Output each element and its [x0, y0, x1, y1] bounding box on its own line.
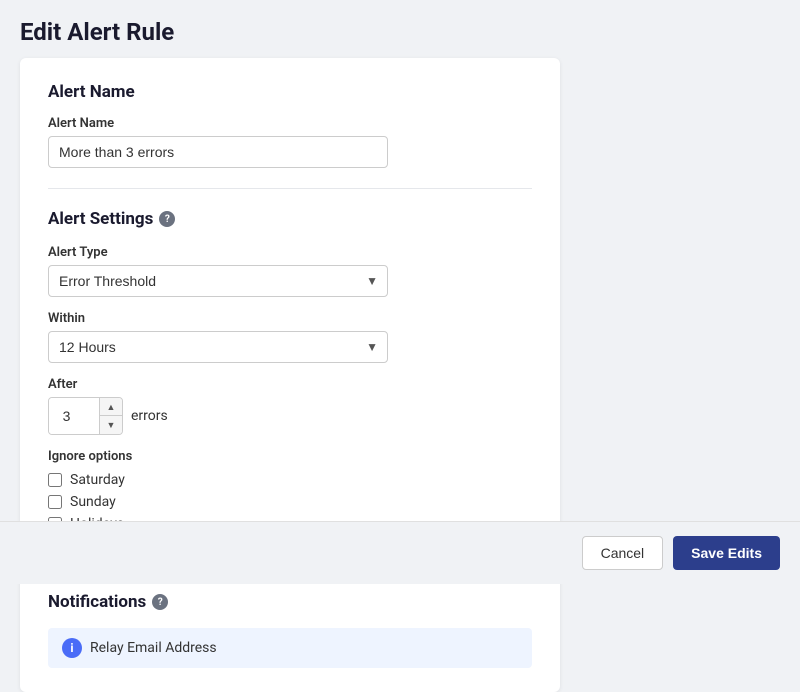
- after-increment-button[interactable]: ▲: [100, 398, 122, 416]
- footer-bar: Cancel Save Edits: [0, 521, 800, 584]
- alert-settings-title: Alert Settings: [48, 209, 153, 229]
- alert-type-select[interactable]: Error Threshold Warning Threshold Info: [48, 265, 388, 297]
- after-spinner: ▲ ▼: [99, 398, 122, 434]
- alert-type-field: Alert Type Error Threshold Warning Thres…: [48, 245, 532, 297]
- alert-name-section-title: Alert Name: [48, 82, 532, 102]
- within-select[interactable]: 1 Hour 6 Hours 12 Hours 24 Hours 48 Hour…: [48, 331, 388, 363]
- save-edits-button[interactable]: Save Edits: [673, 536, 780, 570]
- within-wrapper: 1 Hour 6 Hours 12 Hours 24 Hours 48 Hour…: [48, 331, 388, 363]
- notifications-info-icon[interactable]: ?: [152, 594, 168, 610]
- after-suffix-label: errors: [131, 408, 168, 424]
- after-row: ▲ ▼ errors: [48, 397, 532, 435]
- email-notification-card: i Relay Email Address: [48, 628, 532, 668]
- alert-type-wrapper: Error Threshold Warning Threshold Info ▼: [48, 265, 388, 297]
- email-row-label: Relay Email Address: [90, 640, 217, 656]
- after-number-input[interactable]: [49, 398, 99, 434]
- section-divider-1: [48, 188, 532, 189]
- after-field: After ▲ ▼ errors: [48, 377, 532, 435]
- sunday-row: Sunday: [48, 494, 532, 510]
- after-decrement-button[interactable]: ▼: [100, 416, 122, 434]
- alert-name-input[interactable]: [48, 136, 388, 168]
- alert-name-section: Alert Name Alert Name: [48, 82, 532, 168]
- alert-settings-info-icon[interactable]: ?: [159, 211, 175, 227]
- saturday-checkbox[interactable]: [48, 473, 62, 487]
- alert-type-label: Alert Type: [48, 245, 532, 260]
- alert-name-label: Alert Name: [48, 116, 532, 131]
- sunday-label: Sunday: [70, 494, 116, 510]
- page-title: Edit Alert Rule: [0, 0, 800, 58]
- main-card: Alert Name Alert Name Alert Settings ? A…: [20, 58, 560, 692]
- notifications-section: Notifications ? i Relay Email Address: [48, 592, 532, 668]
- sunday-checkbox[interactable]: [48, 495, 62, 509]
- within-label: Within: [48, 311, 532, 326]
- saturday-label: Saturday: [70, 472, 125, 488]
- ignore-options-label: Ignore options: [48, 449, 532, 464]
- after-label: After: [48, 377, 532, 392]
- notifications-title: Notifications: [48, 592, 146, 612]
- email-info-icon: i: [62, 638, 82, 658]
- saturday-row: Saturday: [48, 472, 532, 488]
- alert-settings-section: Alert Settings ? Alert Type Error Thresh…: [48, 209, 532, 551]
- within-field: Within 1 Hour 6 Hours 12 Hours 24 Hours …: [48, 311, 532, 363]
- cancel-button[interactable]: Cancel: [582, 536, 664, 570]
- after-number-wrapper: ▲ ▼: [48, 397, 123, 435]
